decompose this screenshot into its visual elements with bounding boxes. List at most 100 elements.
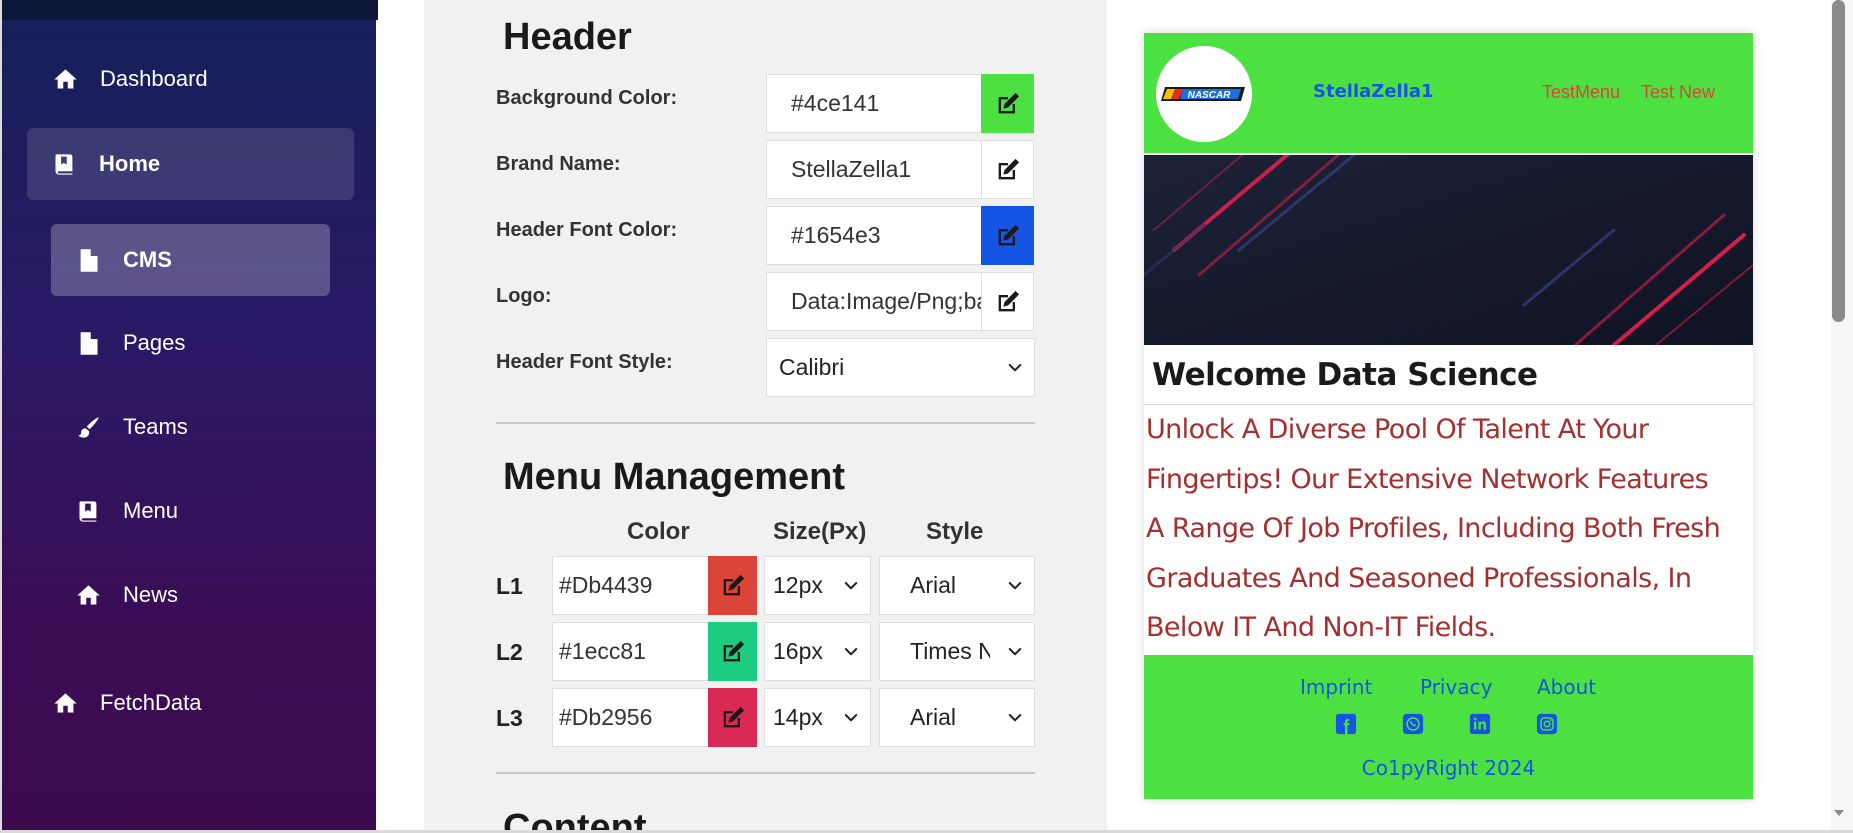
file-icon xyxy=(73,328,103,358)
linkedin-icon[interactable] xyxy=(1469,713,1491,735)
header-font-color-label: Header Font Color: xyxy=(496,219,678,241)
preview-welcome-heading: Welcome Data Science xyxy=(1152,357,1538,393)
body-line: Unlock A Diverse Pool Of Talent At Your xyxy=(1146,414,1649,445)
menu-row-label-l2: L2 xyxy=(496,639,523,665)
header-section-title: Header xyxy=(503,16,632,58)
l3-size-select[interactable]: 14px xyxy=(764,688,871,747)
l1-size-value: 12px xyxy=(773,572,823,598)
l2-color-edit-button[interactable] xyxy=(708,622,757,681)
sidebar-item-dashboard[interactable]: Dashboard xyxy=(50,43,208,115)
sidebar-item-label: Home xyxy=(99,151,161,176)
preview-footer: Imprint Privacy About Co1pyRight 2024 xyxy=(1144,655,1753,799)
background-color-label: Background Color: xyxy=(496,87,678,109)
brand-logo: NASCAR xyxy=(1156,46,1252,142)
l1-color-edit-button[interactable] xyxy=(708,556,757,615)
l3-color-edit-button[interactable] xyxy=(708,688,757,747)
column-header-color: Color xyxy=(627,518,690,545)
logo-label: Logo: xyxy=(496,285,552,307)
edit-icon xyxy=(719,572,747,600)
body-line: Graduates And Seasoned Professionals, In xyxy=(1146,562,1692,594)
l1-color-input[interactable]: #Db4439 xyxy=(552,556,709,615)
chevron-down-icon xyxy=(1006,359,1024,377)
edit-icon xyxy=(994,90,1022,118)
sidebar-item-label: Dashboard xyxy=(100,66,208,91)
preview-brand-name[interactable]: StellaZella1 xyxy=(1313,81,1434,102)
l1-size-select[interactable]: 12px xyxy=(764,556,871,615)
footer-link-about[interactable]: About xyxy=(1537,675,1596,699)
footer-copyright: Co1pyRight 2024 xyxy=(1361,756,1536,780)
whatsapp-icon[interactable] xyxy=(1402,713,1424,735)
header-font-style-value: Calibri xyxy=(779,354,845,380)
book-icon xyxy=(73,496,103,526)
l3-color-input[interactable]: #Db2956 xyxy=(552,688,709,747)
preview-menu-item-2[interactable]: Test New xyxy=(1641,82,1715,103)
sidebar-item-cms[interactable]: CMS xyxy=(51,224,330,296)
edit-icon xyxy=(994,222,1022,250)
edit-icon xyxy=(994,156,1022,184)
edit-icon xyxy=(994,288,1022,316)
column-header-size: Size(Px) xyxy=(773,518,867,545)
sidebar-item-teams[interactable]: Teams xyxy=(73,391,188,463)
preview-hero-banner xyxy=(1144,155,1753,345)
brand-name-input[interactable]: StellaZella1 xyxy=(766,140,982,199)
l3-style-select[interactable]: Arial xyxy=(879,688,1035,747)
body-line: A Range Of Job Profiles, Including Both … xyxy=(1146,513,1721,544)
header-font-color-input[interactable]: #1654e3 xyxy=(766,206,982,265)
sidebar-item-fetchdata[interactable]: FetchData xyxy=(50,667,202,739)
section-divider xyxy=(496,772,1035,774)
brush-icon xyxy=(73,412,103,442)
sidebar-topbar xyxy=(2,0,378,20)
sidebar-item-news[interactable]: News xyxy=(73,559,178,631)
preview-header: NASCAR StellaZella1 TestMenu Test New xyxy=(1144,33,1753,153)
body-line: Fingertips! Our Extensive Network Featur… xyxy=(1146,463,1709,495)
content-section-title: Content xyxy=(503,807,647,830)
l3-style-value: Arial xyxy=(910,704,957,730)
sidebar-item-label: CMS xyxy=(123,247,172,272)
brand-name-label: Brand Name: xyxy=(496,153,621,175)
home-icon xyxy=(73,580,103,610)
logo-edit-button[interactable] xyxy=(981,272,1034,331)
section-divider xyxy=(496,422,1035,424)
chevron-down-icon xyxy=(842,709,860,727)
l1-style-select[interactable]: Arial xyxy=(879,556,1035,615)
l2-color-input[interactable]: #1ecc81 xyxy=(552,622,709,681)
header-font-style-label: Header Font Style: xyxy=(496,351,673,373)
logo-input[interactable]: Data:Image/Png;base64 xyxy=(766,272,982,331)
edit-icon xyxy=(719,704,747,732)
background-color-input[interactable]: #4ce141 xyxy=(766,74,982,133)
brand-name-edit-button[interactable] xyxy=(981,140,1034,199)
scrollbar-thumb[interactable] xyxy=(1832,0,1845,322)
sidebar-item-pages[interactable]: Pages xyxy=(73,307,185,379)
sidebar-item-label: News xyxy=(123,582,179,607)
l2-size-select[interactable]: 16px xyxy=(764,622,871,681)
scroll-down-arrow-icon[interactable] xyxy=(1832,806,1846,820)
sidebar-item-menu[interactable]: Menu xyxy=(73,475,178,547)
website-preview: NASCAR StellaZella1 TestMenu Test New We… xyxy=(1144,33,1753,799)
body-line: Below IT And Non-IT Fields. xyxy=(1146,612,1496,643)
l2-style-select[interactable]: Times New Roman xyxy=(879,622,1035,681)
svg-text:NASCAR: NASCAR xyxy=(1188,90,1232,101)
sidebar-item-home[interactable]: Home xyxy=(27,128,354,200)
chevron-down-icon xyxy=(1006,643,1024,661)
preview-menu-item-1[interactable]: TestMenu xyxy=(1542,82,1620,103)
nascar-logo: NASCAR xyxy=(1161,87,1245,101)
sidebar-item-label: Menu xyxy=(123,498,179,523)
preview-body-text: Unlock A Diverse Pool Of Talent At Your … xyxy=(1146,405,1751,653)
footer-link-privacy[interactable]: Privacy xyxy=(1420,675,1492,699)
menu-row-label-l1: L1 xyxy=(496,573,523,599)
instagram-icon[interactable] xyxy=(1536,713,1558,735)
chevron-down-icon xyxy=(1006,709,1024,727)
l2-size-value: 16px xyxy=(773,638,823,664)
chevron-down-icon xyxy=(1006,577,1024,595)
chevron-down-icon xyxy=(842,643,860,661)
sidebar: Dashboard Home CMS Pages Teams Menu News… xyxy=(0,0,378,833)
file-icon xyxy=(73,245,103,275)
column-header-style: Style xyxy=(926,518,984,545)
header-font-color-edit-button[interactable] xyxy=(981,206,1034,265)
footer-link-imprint[interactable]: Imprint xyxy=(1300,675,1372,699)
background-color-edit-button[interactable] xyxy=(981,74,1034,133)
chevron-down-icon xyxy=(842,577,860,595)
facebook-icon[interactable] xyxy=(1335,713,1357,735)
home-icon xyxy=(50,64,80,94)
header-font-style-select[interactable]: Calibri xyxy=(766,338,1035,397)
